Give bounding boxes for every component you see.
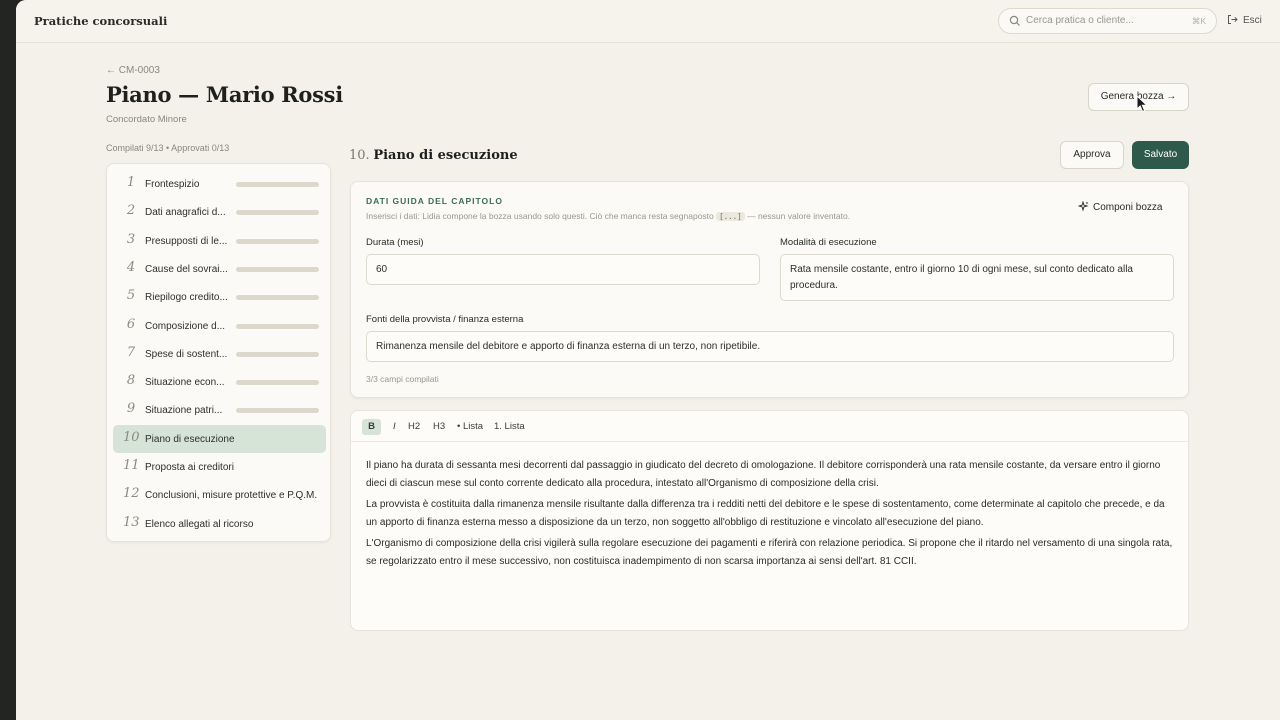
search-placeholder: Cerca pratica o cliente... [1026,15,1134,26]
sidebar-item-label: Elenco allegati al ricorso [145,518,254,530]
logout-icon [1228,15,1238,24]
editor-paragraph: Il piano ha durata di sessanta mesi deco… [366,460,1161,489]
search-icon [1009,15,1020,26]
sidebar-item-13[interactable]: 13 Elenco allegati al ricorso [113,510,326,538]
guide-hint: Inserisci i dati: Lidia compone la bozza… [366,211,850,221]
chapter-progress-bar [236,408,319,414]
logout-label: Esci [1243,15,1262,26]
sidebar-item-number: 9 [126,401,136,417]
chapter-progress-bar [236,210,319,216]
numbered-list-button[interactable]: 1. Lista [494,419,525,435]
chapter-progress-bar [236,266,319,272]
sidebar-item-label: Cause del sovrai... [145,263,228,275]
sidebar-item-number: 12 [123,486,140,502]
sidebar-item-number: 11 [123,458,140,473]
search-input[interactable]: Cerca pratica o cliente... ⌘K [998,8,1217,34]
chapter-progress-bar [236,182,319,187]
guide-hint-text: Inserisci i dati: Lidia compone la bozza… [366,211,714,221]
approve-button[interactable]: Approva [1060,141,1124,169]
chapter-progress-bar [236,351,319,357]
sparkle-icon [1077,200,1089,212]
app-title: Pratiche concorsuali [34,14,168,28]
app-window: Pratiche concorsuali Cerca pratica o cli… [16,0,1280,720]
saved-button[interactable]: Salvato [1132,141,1189,169]
sidebar-item-number: 3 [126,231,136,247]
editor-paragraph: L'Organismo di composizione della crisi … [366,538,1173,567]
sidebar-item-11[interactable]: 11 Proposta ai creditori [113,453,326,481]
funding-sources-field[interactable]: Rimanenza mensile del debitore e apporto… [366,331,1174,362]
italic-button[interactable]: I [393,419,396,435]
sidebar-item-label: Riepilogo credito... [145,292,228,304]
sidebar-item-number: 4 [126,259,136,275]
sidebar-item-7[interactable]: 7 Spese di sostent... [113,340,326,368]
h3-button[interactable]: H3 [433,419,445,435]
chapter-progress-bar [236,295,319,301]
guide-heading: DATI GUIDA DEL CAPITOLO [366,196,503,206]
sidebar-item-2[interactable]: 2 Dati anagrafici d... [113,198,326,226]
editor-toolbar: B I H2 H3 • Lista 1. Lista [351,411,1188,442]
sidebar-item-10[interactable]: 10 Piano di esecuzione [113,424,326,453]
section-title: 10. Piano di esecuzione [349,147,518,163]
compose-draft-button[interactable]: Componi bozza [1077,200,1163,213]
sidebar-item-label: Situazione patri... [145,405,223,417]
bold-button[interactable]: B [362,419,381,435]
section-number: 10. [349,148,370,163]
fields-count: 3/3 campi compilati [366,374,439,384]
guide-hint-tail: — nessun valore inventato. [747,211,851,221]
page-subtitle: Concordato Minore [106,114,187,125]
sidebar-item-8[interactable]: 8 Situazione econ... [113,368,326,396]
sidebar-item-4[interactable]: 4 Cause del sovrai... [113,255,326,283]
sidebar-item-number: 1 [126,175,136,190]
sidebar-item-label: Situazione econ... [145,377,225,389]
funding-sources-label: Fonti della provvista / finanza esterna [366,314,524,325]
placeholder-chip: [...] [716,212,745,221]
sidebar-item-number: 6 [126,316,136,332]
execution-mode-label: Modalità di esecuzione [780,237,877,248]
progress-summary: Compilati 9/13 • Approvati 0/13 [106,143,230,153]
sidebar-item-9[interactable]: 9 Situazione patri... [113,396,326,424]
bullet-list-button[interactable]: • Lista [457,419,483,435]
execution-mode-field[interactable]: Rata mensile costante, entro il giorno 1… [780,254,1174,301]
duration-field[interactable]: 60 [366,254,760,285]
sidebar-item-3[interactable]: 3 Presupposti di le... [113,227,326,255]
h2-button[interactable]: H2 [408,419,420,435]
editor-paragraph: La provvista è costituita dalla rimanenz… [366,499,1165,528]
sidebar-item-number: 8 [126,373,136,389]
back-link[interactable]: ← CM-0003 [106,65,160,76]
chapter-progress-bar [236,380,319,386]
sidebar-item-number: 13 [123,514,140,530]
duration-label: Durata (mesi) [366,237,424,248]
sidebar-item-6[interactable]: 6 Composizione d... [113,312,326,340]
sidebar-item-label: Frontespizio [145,179,200,190]
sidebar-item-label: Proposta ai creditori [145,462,234,473]
sidebar-item-label: Composizione d... [145,320,226,332]
sidebar-item-label: Piano di esecuzione [145,433,235,445]
editor-content[interactable]: Il piano ha durata di sessanta mesi deco… [366,457,1178,574]
sidebar-item-1[interactable]: 1 Frontespizio [113,170,326,198]
logout-button[interactable]: Esci [1227,14,1262,26]
mouse-cursor-icon [1136,95,1149,113]
sidebar-item-5[interactable]: 5 Riepilogo credito... [113,283,326,311]
chapter-guide-card: DATI GUIDA DEL CAPITOLO Inserisci i dati… [350,181,1189,398]
search-shortcut: ⌘K [1191,16,1206,26]
sidebar-item-number: 5 [126,288,136,304]
chapter-progress-bar [236,323,319,329]
sidebar-item-label: Presupposti di le... [145,235,228,247]
top-bar: Pratiche concorsuali Cerca pratica o cli… [16,0,1280,43]
section-title-text: Piano di esecuzione [373,148,518,163]
sidebar-item-number: 10 [123,429,140,445]
sidebar-item-label: Conclusioni, misure protettive e P.Q.M. [145,490,318,502]
sidebar-item-number: 2 [126,203,136,219]
draft-editor[interactable]: B I H2 H3 • Lista 1. Lista Il piano ha d… [350,410,1189,631]
sidebar-item-12[interactable]: 12 Conclusioni, misure protettive e P.Q.M… [113,481,326,509]
compose-label: Componi bozza [1093,202,1163,213]
sidebar-item-label: Spese di sostent... [145,348,228,360]
chapter-progress-bar [236,238,319,244]
sidebar-item-label: Dati anagrafici d... [145,207,226,219]
sidebar-item-number: 7 [126,344,136,360]
page-title: Piano — Mario Rossi [106,82,343,107]
chapter-sidebar: 1 Frontespizio 2 Dati anagrafici d... 3 Presu… [106,163,331,542]
